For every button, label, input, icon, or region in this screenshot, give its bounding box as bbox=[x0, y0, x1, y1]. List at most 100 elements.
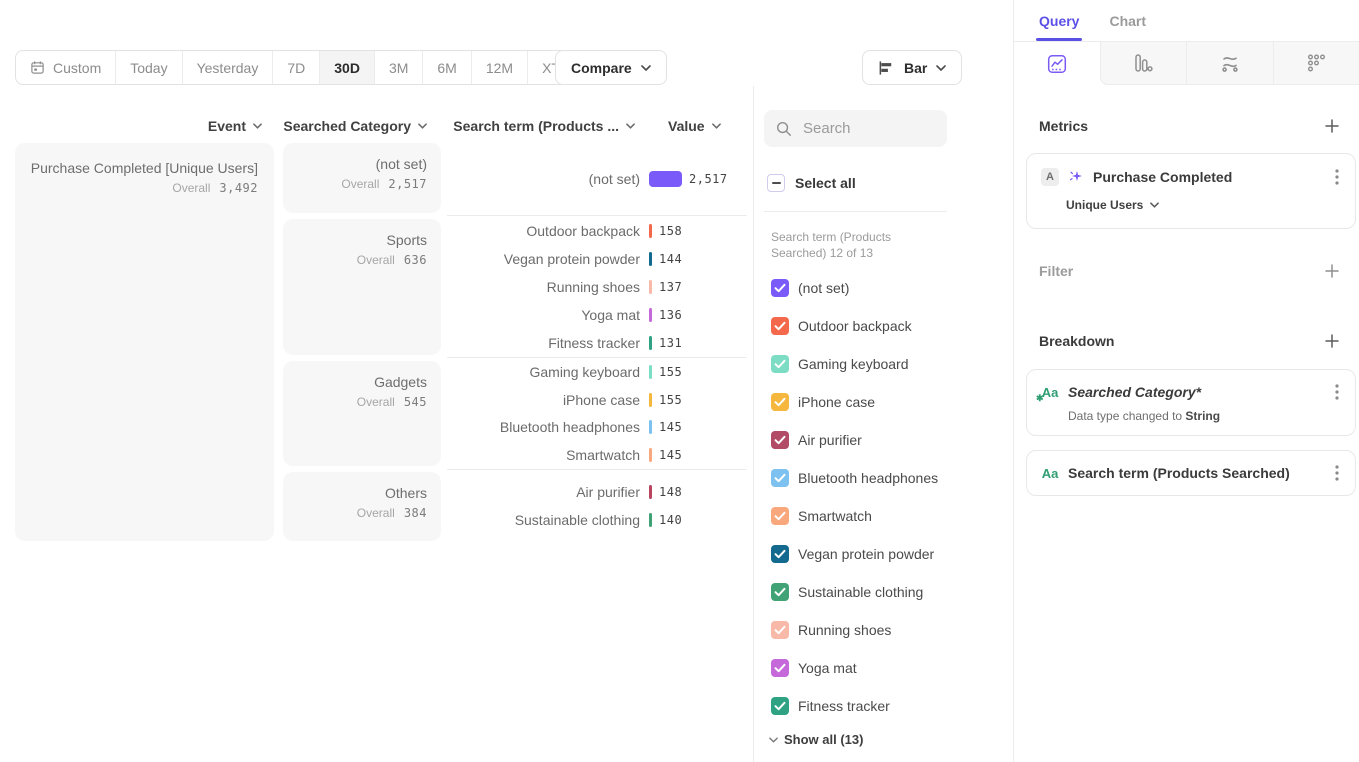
filter-term-row-vegan-protein-powder[interactable]: Vegan protein powder bbox=[754, 535, 1014, 573]
tab-chart[interactable]: Chart bbox=[1109, 13, 1146, 29]
category-card-others[interactable]: OthersOverall384 bbox=[283, 472, 441, 541]
filter-term-row-outdoor-backpack[interactable]: Outdoor backpack bbox=[754, 307, 1014, 345]
tab-query[interactable]: Query bbox=[1039, 13, 1079, 29]
checkbox-checked[interactable] bbox=[771, 621, 789, 639]
tab-flows[interactable] bbox=[1186, 42, 1273, 85]
chart-row-running-shoes[interactable]: Running shoes137 bbox=[447, 273, 747, 301]
event-card[interactable]: Purchase Completed [Unique Users] Overal… bbox=[15, 143, 274, 541]
category-card-sports[interactable]: SportsOverall636 bbox=[283, 219, 441, 355]
date-range-12m[interactable]: 12M bbox=[472, 51, 528, 84]
chart-group-sports: Outdoor backpack158Vegan protein powder1… bbox=[447, 215, 747, 357]
chevron-down-icon bbox=[641, 65, 651, 71]
metric-card[interactable]: A Purchase Completed Unique Users bbox=[1026, 153, 1356, 229]
chart-row-air-purifier[interactable]: Air purifier148 bbox=[447, 478, 747, 506]
metric-aggregation-selector[interactable]: Unique Users bbox=[1066, 198, 1341, 212]
kebab-menu-icon[interactable] bbox=[1333, 167, 1341, 187]
checkbox-checked[interactable] bbox=[771, 431, 789, 449]
date-range-custom[interactable]: Custom bbox=[16, 51, 116, 84]
select-all-row[interactable]: Select all bbox=[767, 174, 856, 192]
add-breakdown-button[interactable] bbox=[1325, 334, 1339, 348]
checkbox-checked[interactable] bbox=[771, 355, 789, 373]
column-header-label: Search term (Products ... bbox=[453, 118, 619, 134]
checkbox-checked[interactable] bbox=[771, 507, 789, 525]
kebab-menu-icon[interactable] bbox=[1333, 463, 1341, 483]
bar[interactable] bbox=[649, 513, 652, 527]
bar[interactable] bbox=[649, 393, 652, 407]
metric-badge: A bbox=[1041, 168, 1059, 186]
bar[interactable] bbox=[649, 171, 682, 187]
date-range-30d[interactable]: 30D bbox=[320, 51, 375, 84]
chevron-down-icon bbox=[712, 123, 721, 129]
checkbox-checked[interactable] bbox=[771, 279, 789, 297]
chart-row-gaming-keyboard[interactable]: Gaming keyboard155 bbox=[447, 358, 747, 386]
bar[interactable] bbox=[649, 448, 652, 462]
chart-row-bluetooth-headphones[interactable]: Bluetooth headphones145 bbox=[447, 414, 747, 442]
bar-chart-column: (not set)2,517 Outdoor backpack158Vegan p… bbox=[447, 143, 747, 541]
chart-row-not-set[interactable]: (not set)2,517 bbox=[447, 165, 747, 193]
chart-row-outdoor-backpack[interactable]: Outdoor backpack158 bbox=[447, 217, 747, 245]
bar[interactable] bbox=[649, 224, 652, 238]
column-header-search-term[interactable]: Search term (Products ... bbox=[447, 117, 635, 135]
date-range-today[interactable]: Today bbox=[116, 51, 182, 84]
bar[interactable] bbox=[649, 280, 652, 294]
date-range-3m[interactable]: 3M bbox=[375, 51, 423, 84]
checkbox-checked[interactable] bbox=[771, 545, 789, 563]
date-range-6m[interactable]: 6M bbox=[423, 51, 471, 84]
filter-term-label: Vegan protein powder bbox=[798, 546, 934, 562]
chart-row-vegan-protein-powder[interactable]: Vegan protein powder144 bbox=[447, 245, 747, 273]
checkbox-checked[interactable] bbox=[771, 317, 789, 335]
search-box[interactable] bbox=[764, 110, 947, 147]
checkbox-checked[interactable] bbox=[771, 697, 789, 715]
filter-term-label: Smartwatch bbox=[798, 508, 872, 524]
tab-retention[interactable] bbox=[1273, 42, 1359, 85]
date-range-yesterday[interactable]: Yesterday bbox=[183, 51, 274, 84]
compare-button[interactable]: Compare bbox=[555, 50, 667, 85]
category-card-not-set[interactable]: (not set)Overall2,517 bbox=[283, 143, 441, 213]
breakdown-card-search-term-products-searched[interactable]: AaSearch term (Products Searched) bbox=[1026, 450, 1356, 496]
checkbox-checked[interactable] bbox=[771, 393, 789, 411]
date-range-7d[interactable]: 7D bbox=[273, 51, 320, 84]
add-metric-button[interactable] bbox=[1325, 119, 1339, 133]
bar[interactable] bbox=[649, 365, 652, 379]
filter-term-row-smartwatch[interactable]: Smartwatch bbox=[754, 497, 1014, 535]
chart-type-button[interactable]: Bar bbox=[862, 50, 962, 85]
bar[interactable] bbox=[649, 420, 652, 434]
show-all-button[interactable]: Show all (13) bbox=[769, 732, 863, 747]
column-header-searched-category[interactable]: Searched Category bbox=[283, 117, 427, 135]
series-filter-panel: Select all Search term (Products Searche… bbox=[753, 86, 1014, 762]
bar[interactable] bbox=[649, 252, 652, 266]
column-header-value[interactable]: Value bbox=[668, 117, 758, 135]
chart-row-iphone-case[interactable]: iPhone case155 bbox=[447, 386, 747, 414]
kebab-menu-icon[interactable] bbox=[1333, 382, 1341, 402]
category-name: Sports bbox=[283, 232, 427, 248]
chart-row-fitness-tracker[interactable]: Fitness tracker131 bbox=[447, 329, 747, 357]
breakdown-card-searched-category[interactable]: Aa✱Searched Category*Data type changed t… bbox=[1026, 369, 1356, 436]
bar[interactable] bbox=[649, 336, 652, 350]
checkbox-checked[interactable] bbox=[771, 469, 789, 487]
checkbox-checked[interactable] bbox=[771, 583, 789, 601]
add-filter-button[interactable] bbox=[1325, 264, 1339, 278]
filter-term-row-fitness-tracker[interactable]: Fitness tracker bbox=[754, 687, 1014, 725]
filter-term-label: Outdoor backpack bbox=[798, 318, 912, 334]
filter-term-row-running-shoes[interactable]: Running shoes bbox=[754, 611, 1014, 649]
tab-insights[interactable] bbox=[1014, 42, 1100, 85]
filter-term-row-gaming-keyboard[interactable]: Gaming keyboard bbox=[754, 345, 1014, 383]
filter-term-row-yoga-mat[interactable]: Yoga mat bbox=[754, 649, 1014, 687]
column-header-event[interactable]: Event bbox=[15, 117, 262, 135]
chart-row-yoga-mat[interactable]: Yoga mat136 bbox=[447, 301, 747, 329]
filter-term-row-iphone-case[interactable]: iPhone case bbox=[754, 383, 1014, 421]
filter-term-row-bluetooth-headphones[interactable]: Bluetooth headphones bbox=[754, 459, 1014, 497]
select-all-checkbox-indeterminate[interactable] bbox=[767, 174, 785, 192]
category-card-gadgets[interactable]: GadgetsOverall545 bbox=[283, 361, 441, 466]
tab-funnels[interactable] bbox=[1100, 42, 1187, 85]
chart-row-smartwatch[interactable]: Smartwatch145 bbox=[447, 441, 747, 469]
checkbox-checked[interactable] bbox=[771, 659, 789, 677]
bar-value: 136 bbox=[659, 308, 682, 322]
filter-term-row-not-set[interactable]: (not set) bbox=[754, 269, 1014, 307]
filter-term-row-air-purifier[interactable]: Air purifier bbox=[754, 421, 1014, 459]
search-input[interactable] bbox=[801, 119, 935, 138]
bar[interactable] bbox=[649, 308, 652, 322]
filter-term-row-sustainable-clothing[interactable]: Sustainable clothing bbox=[754, 573, 1014, 611]
bar[interactable] bbox=[649, 485, 652, 499]
chart-row-sustainable-clothing[interactable]: Sustainable clothing140 bbox=[447, 506, 747, 534]
